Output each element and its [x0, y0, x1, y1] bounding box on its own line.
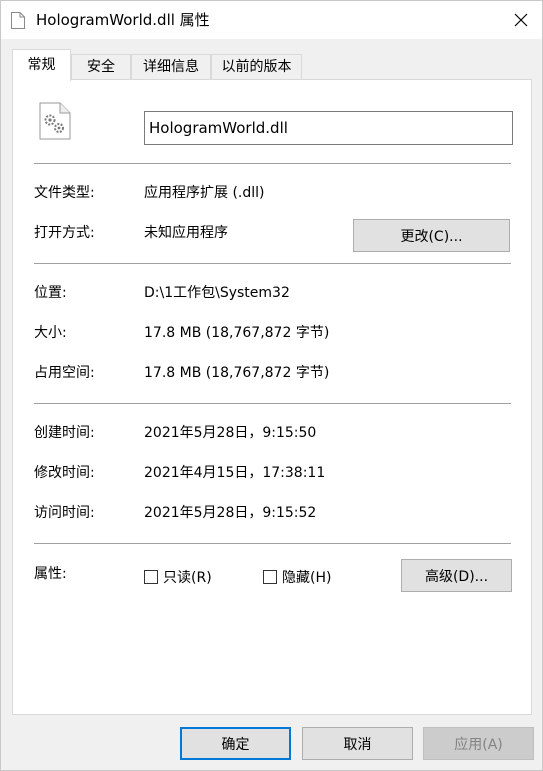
size-on-disk-value: 17.8 MB (18,767,872 字节) — [144, 365, 330, 381]
readonly-checkbox-label: 只读(R) — [163, 570, 212, 586]
created-label: 创建时间: — [34, 425, 95, 441]
modified-label: 修改时间: — [34, 465, 95, 481]
ok-button[interactable]: 确定 — [180, 727, 291, 760]
attributes-label: 属性: — [34, 566, 67, 582]
separator — [34, 263, 511, 264]
tab-previous-versions[interactable]: 以前的版本 — [211, 54, 302, 80]
hidden-checkbox[interactable]: 隐藏(H) — [263, 567, 331, 587]
location-value: D:\1工作包\System32 — [144, 285, 290, 301]
tab-details[interactable]: 详细信息 — [131, 54, 211, 80]
size-value: 17.8 MB (18,767,872 字节) — [144, 325, 330, 341]
accessed-value: 2021年5月28日，9:15:52 — [144, 505, 317, 521]
window-title: HologramWorld.dll 属性 — [36, 11, 210, 29]
file-type-value: 应用程序扩展 (.dll) — [144, 185, 265, 201]
apply-button[interactable]: 应用(A) — [423, 727, 534, 760]
readonly-checkbox-box[interactable] — [144, 570, 158, 584]
accessed-label: 访问时间: — [34, 505, 95, 521]
close-icon — [514, 13, 528, 27]
title-bar: HologramWorld.dll 属性 — [1, 1, 542, 39]
tab-strip: 常规 安全 详细信息 以前的版本 — [12, 49, 532, 81]
opens-with-value: 未知应用程序 — [144, 225, 228, 241]
modified-value: 2021年4月15日，17:38:11 — [144, 465, 326, 481]
location-label: 位置: — [34, 285, 67, 301]
hidden-checkbox-box[interactable] — [263, 570, 277, 584]
tab-general[interactable]: 常规 — [12, 49, 71, 81]
created-value: 2021年5月28日，9:15:50 — [144, 425, 317, 441]
separator — [34, 543, 511, 544]
separator — [34, 163, 511, 164]
opens-with-label: 打开方式: — [34, 225, 95, 241]
properties-dialog: HologramWorld.dll 属性 常规 安全 详细信息 以前的版本 文件… — [0, 0, 543, 771]
size-label: 大小: — [34, 325, 67, 341]
close-button[interactable] — [500, 1, 542, 39]
readonly-checkbox[interactable]: 只读(R) — [144, 567, 212, 587]
separator — [34, 403, 511, 404]
change-button[interactable]: 更改(C)... — [353, 219, 510, 252]
dll-file-icon — [39, 102, 71, 140]
filename-input[interactable] — [144, 111, 513, 145]
tab-security[interactable]: 安全 — [71, 54, 131, 80]
general-panel: 文件类型: 应用程序扩展 (.dll) 打开方式: 未知应用程序 更改(C)..… — [12, 79, 532, 715]
cancel-button[interactable]: 取消 — [302, 727, 413, 760]
hidden-checkbox-label: 隐藏(H) — [282, 570, 332, 586]
file-icon — [11, 12, 25, 29]
size-on-disk-label: 占用空间: — [34, 365, 95, 381]
advanced-button[interactable]: 高级(D)... — [401, 559, 512, 592]
file-type-label: 文件类型: — [34, 185, 95, 201]
